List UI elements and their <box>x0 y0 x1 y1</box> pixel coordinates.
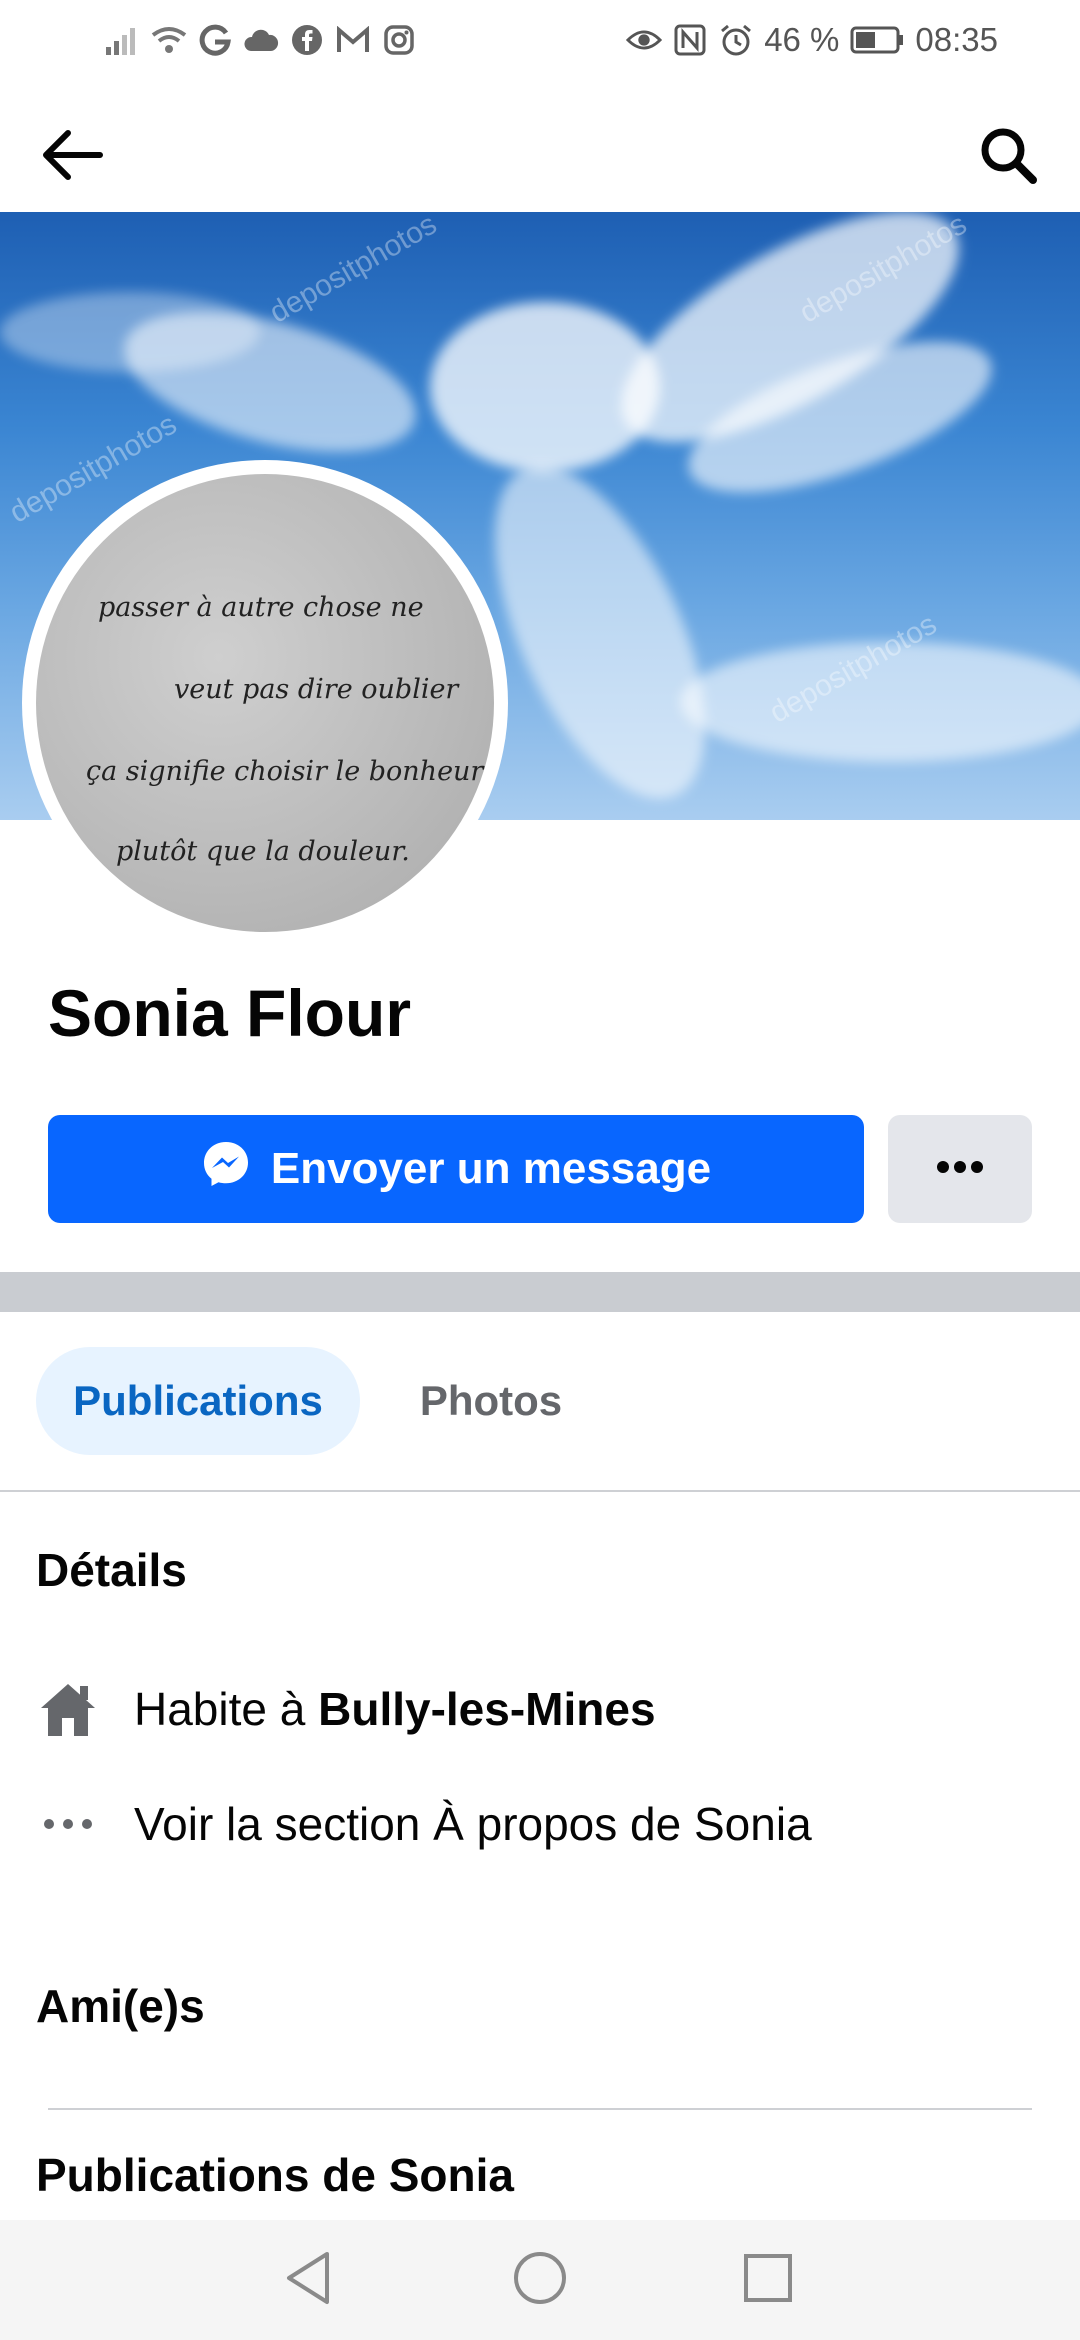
tabs-divider <box>0 1490 1080 1492</box>
avatar-image: passer à autre chose ne veut pas dire ou… <box>36 474 494 932</box>
friends-divider <box>48 2108 1032 2110</box>
nav-recents-button[interactable] <box>728 2240 808 2320</box>
detail-lives-in[interactable]: Habite à Bully-les-Mines <box>36 1672 656 1746</box>
eye-icon <box>626 22 663 58</box>
wifi-icon <box>151 22 187 58</box>
alarm-icon <box>718 22 754 58</box>
avatar-text-line-2: veut pas dire oublier <box>174 674 459 705</box>
more-options-button[interactable] <box>888 1115 1032 1223</box>
watermark-1: depositphotos <box>264 212 443 330</box>
tab-photos[interactable]: Photos <box>386 1347 596 1455</box>
signal-icon <box>105 22 141 58</box>
back-button[interactable] <box>30 115 114 199</box>
friends-title: Ami(e)s <box>36 1980 205 2032</box>
about-section-link[interactable]: Voir la section À propos de Sonia <box>36 1787 812 1861</box>
battery-icon <box>849 22 905 58</box>
avatar-text-line-1: passer à autre chose ne <box>98 592 424 623</box>
send-message-label: Envoyer un message <box>270 1144 712 1193</box>
nav-home-button[interactable] <box>500 2240 580 2320</box>
section-separator <box>0 1272 1080 1312</box>
messenger-icon <box>201 1139 251 1200</box>
nav-home-icon <box>513 2251 567 2310</box>
tab-publications[interactable]: Publications <box>36 1347 360 1455</box>
status-right: 46 % 08:35 <box>626 18 998 62</box>
facebook-icon <box>289 22 325 58</box>
more-horizontal-small-icon <box>36 1792 100 1856</box>
google-icon <box>197 22 233 58</box>
lives-city: Bully-les-Mines <box>318 1683 656 1735</box>
more-horizontal-icon <box>936 1160 984 1179</box>
posts-title: Publications de Sonia <box>36 2149 514 2201</box>
home-icon <box>36 1677 100 1741</box>
search-icon <box>977 124 1039 191</box>
search-button[interactable] <box>966 115 1050 199</box>
nav-recents-icon <box>743 2253 793 2308</box>
details-title: Détails <box>36 1544 187 1596</box>
arrow-left-icon <box>40 127 104 188</box>
top-app-bar <box>0 80 1080 212</box>
profile-picture[interactable]: passer à autre chose ne veut pas dire ou… <box>22 460 508 946</box>
lives-prefix: Habite à <box>134 1683 319 1735</box>
instagram-icon <box>381 22 417 58</box>
battery-percent: 46 % <box>764 21 840 58</box>
status-left-icons <box>105 18 417 62</box>
avatar-text-line-4: plutôt que la douleur. <box>116 836 410 867</box>
avatar-text-line-3: ça signifie choisir le bonheur <box>86 756 484 787</box>
nfc-icon <box>672 22 708 58</box>
about-link-label: Voir la section À propos de Sonia <box>134 1798 812 1850</box>
status-bar: 46 % 08:35 <box>0 0 1080 80</box>
system-nav-bar <box>0 2220 1080 2340</box>
cloud-icon <box>243 22 279 58</box>
profile-name: Sonia Flour <box>48 976 411 1050</box>
send-message-button[interactable]: Envoyer un message <box>48 1115 864 1223</box>
nav-back-button[interactable] <box>268 2240 348 2320</box>
nav-back-icon <box>283 2250 333 2311</box>
clock: 08:35 <box>915 21 998 58</box>
gmail-icon <box>335 22 371 58</box>
